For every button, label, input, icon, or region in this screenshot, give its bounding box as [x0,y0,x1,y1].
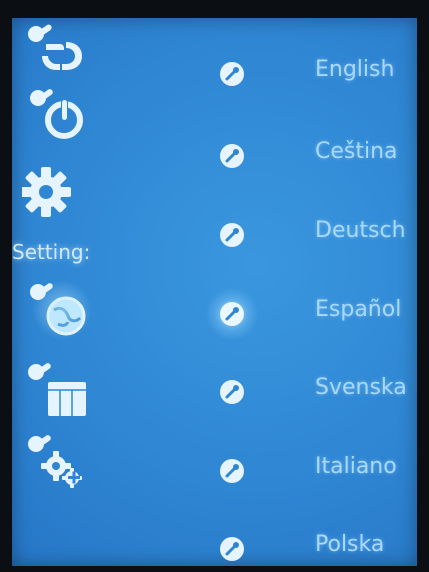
wrench-gears-add-icon [28,435,82,488]
language-label: Deutsch [315,218,406,243]
device-screen: Setting: English Ceština Deutsch Español… [12,18,417,566]
language-option[interactable]: Deutsch [207,216,417,256]
wrench-globe-icon [30,283,86,336]
language-label: Polska [315,532,385,557]
wrench-icon [219,536,245,562]
language-label: Español [315,297,402,322]
wrench-icon [219,61,245,87]
language-option[interactable]: Svenska [207,373,417,413]
wrench-icon [219,143,245,169]
language-option[interactable]: English [207,55,417,95]
sidebar-label-setting: Setting: [12,240,91,264]
wrench-power-icon [30,89,83,139]
wrench-calendar-icon [28,363,86,416]
language-label: English [315,57,395,82]
wrench-icon [219,379,245,405]
language-label: Italiano [315,454,397,479]
language-option-selected[interactable]: Español [205,287,417,341]
language-option[interactable]: Italiano [207,452,417,492]
language-label: Svenska [315,375,407,400]
sidebar-item-date[interactable] [22,360,97,420]
wrench-hands-icon [28,24,82,70]
wrench-icon [219,222,245,248]
sidebar-item-language[interactable] [22,280,97,340]
sidebar-item-power[interactable] [22,86,97,146]
sidebar-item-advanced[interactable] [22,432,97,492]
sidebar-item-settings[interactable] [22,166,97,226]
sidebar-item-maintenance[interactable] [22,20,97,80]
language-option[interactable]: Polska [207,530,417,566]
gear-icon [22,167,71,217]
language-label: Ceština [315,139,398,164]
language-option[interactable]: Ceština [207,137,417,177]
wrench-icon [219,458,245,484]
wrench-icon [205,287,259,341]
